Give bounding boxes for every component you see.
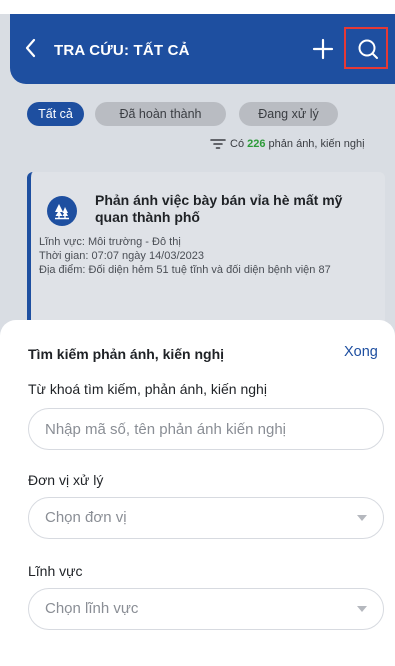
count-prefix: Có	[230, 138, 245, 150]
tree-icon	[47, 196, 77, 226]
search-icon	[358, 39, 378, 59]
search-button[interactable]	[344, 27, 388, 69]
result-count: Có 226 phản ánh, kiến nghị	[210, 138, 365, 150]
field-label: Lĩnh vực	[28, 563, 83, 579]
add-button[interactable]	[310, 36, 336, 62]
keyword-label: Từ khoá tìm kiếm, phản ánh, kiến nghị	[28, 381, 267, 397]
card-location: Địa điểm: Đối diện hẻm 51 tuệ tĩnh và đố…	[39, 264, 331, 276]
chevron-left-icon	[25, 38, 36, 58]
caret-down-icon	[357, 515, 367, 521]
unit-select[interactable]: Chọn đơn vị	[28, 497, 384, 539]
app-header: TRA CỨU: TẤT CẢ	[10, 14, 395, 84]
keyword-input[interactable]	[45, 409, 365, 449]
count-value: 226	[247, 138, 266, 150]
unit-label: Đơn vị xử lý	[28, 472, 104, 488]
plus-icon	[312, 38, 334, 60]
filter-icon[interactable]	[210, 139, 226, 149]
card-field: Lĩnh vực: Môi trường - Đô thị	[39, 236, 181, 248]
page-title: TRA CỨU: TẤT CẢ	[54, 42, 190, 59]
chip-processing[interactable]: Đang xử lý	[239, 102, 338, 126]
done-button[interactable]: Xong	[344, 344, 378, 360]
sheet-title: Tìm kiếm phản ánh, kiến nghị	[28, 346, 225, 362]
caret-down-icon	[357, 606, 367, 612]
back-button[interactable]	[24, 38, 44, 60]
report-card[interactable]: Phản ánh việc bày bán vỉa hè mất mỹ quan…	[27, 172, 385, 332]
status-bar	[0, 0, 395, 14]
keyword-field[interactable]	[28, 408, 384, 450]
chip-completed[interactable]: Đã hoàn thành	[95, 102, 226, 126]
count-suffix: phản ánh, kiến nghị	[268, 138, 365, 150]
chip-all[interactable]: Tất cả	[27, 102, 84, 126]
search-sheet: Tìm kiếm phản ánh, kiến nghị Xong Từ kho…	[0, 320, 395, 666]
field-select-value: Chọn lĩnh vực	[45, 600, 139, 617]
card-title: Phản ánh việc bày bán vỉa hè mất mỹ quan…	[95, 192, 343, 225]
card-time: Thời gian: 07:07 ngày 14/03/2023	[39, 250, 205, 262]
field-select[interactable]: Chọn lĩnh vực	[28, 588, 384, 630]
unit-select-value: Chọn đơn vị	[45, 509, 127, 526]
